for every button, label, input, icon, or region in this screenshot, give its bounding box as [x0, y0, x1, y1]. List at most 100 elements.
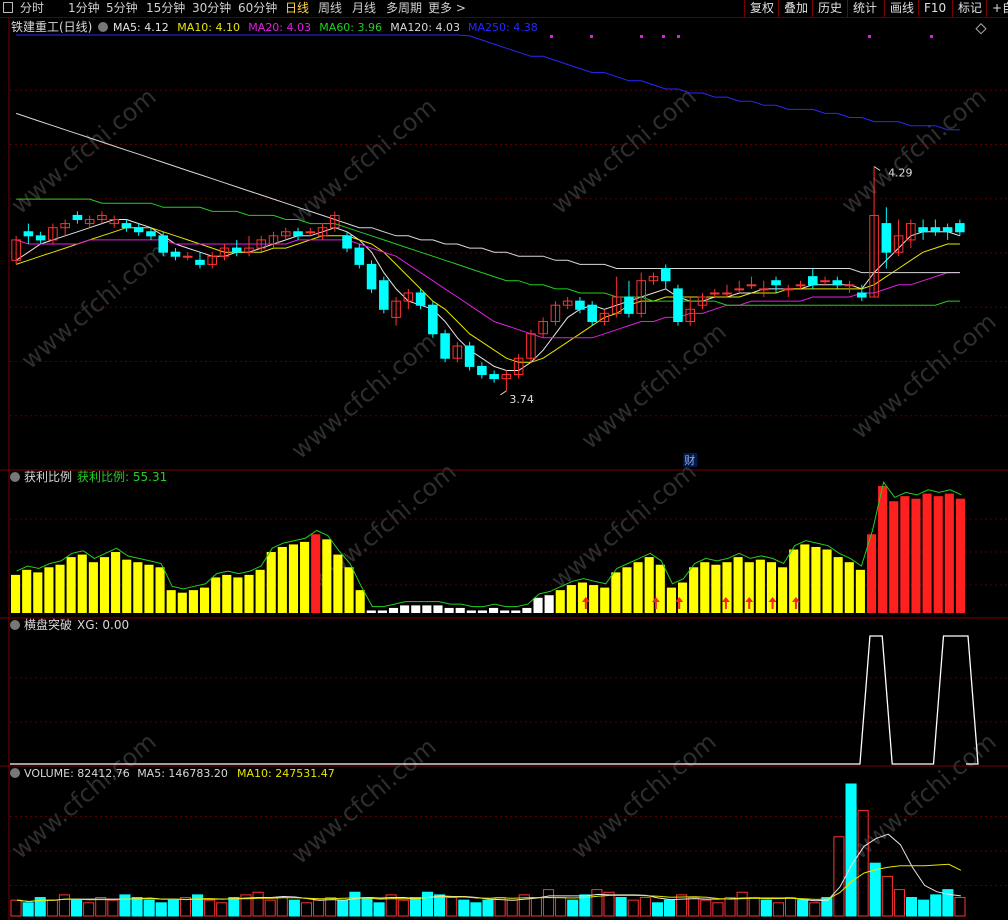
volume-label-1: MA5: 146783.20: [137, 767, 228, 780]
ma-label-1: MA10: 4.10: [177, 21, 240, 34]
top-marker-4: [677, 35, 680, 38]
volume-bar: [71, 899, 83, 917]
candle-body: [808, 276, 818, 286]
xg-settings-icon: [10, 620, 20, 630]
profit-bar: [544, 595, 554, 613]
volume-bar: [119, 894, 131, 917]
profit-bar: [700, 562, 710, 613]
profit-bar: [388, 607, 399, 613]
profit-bar: [366, 610, 376, 613]
volume-bar: [784, 897, 797, 917]
candle-body: [673, 288, 683, 323]
volume-bar: [470, 902, 482, 917]
candle-body: [133, 227, 144, 233]
profit-bar: [500, 610, 510, 613]
volume-bar: [349, 891, 361, 917]
volume-bar: [397, 899, 409, 917]
volume-bar: [712, 902, 724, 917]
profit-bar: [889, 501, 899, 613]
candle-body: [477, 365, 487, 376]
volume-bar: [639, 897, 651, 917]
volume-bar: [918, 899, 930, 917]
profit-bar: [233, 577, 243, 613]
volume-bar: [421, 891, 434, 917]
profit-bar: [711, 564, 721, 613]
volume-bar: [313, 899, 325, 917]
ma-line-ma5: [15, 219, 961, 371]
candle-body: [489, 374, 499, 380]
profit-bar: [778, 567, 788, 613]
volume-bar: [700, 899, 712, 917]
profit-bar: [944, 493, 954, 613]
volume-ma5-line: [17, 833, 961, 903]
profit-bar: [522, 607, 532, 613]
cai-marker: 财: [684, 453, 695, 467]
profit-bar: [489, 607, 499, 613]
candle-body: [930, 227, 941, 233]
profit-bar: [133, 562, 143, 613]
volume-bar: [845, 783, 857, 917]
profit-bar: [66, 557, 76, 613]
profit-bar: [33, 572, 43, 613]
candle-body: [23, 231, 34, 237]
profit-bar: [844, 562, 854, 613]
candle-body: [305, 231, 316, 234]
candle-body: [146, 231, 156, 237]
volume-bar: [760, 899, 772, 917]
volume-bar: [228, 897, 240, 917]
top-marker-3: [662, 35, 665, 38]
candle-body: [758, 288, 769, 291]
candle-body: [955, 223, 965, 233]
profit-bar: [22, 569, 32, 613]
profit-bar: [933, 496, 943, 613]
watermark-9: www.cfchi.com: [16, 237, 172, 374]
profit-bar: [244, 574, 254, 613]
volume-bar: [155, 902, 167, 917]
candle-body: [170, 251, 181, 257]
profit-bar: [55, 564, 65, 613]
candle-body: [440, 333, 450, 359]
profit-title: 获利比例: [24, 470, 72, 484]
volume-bar: [192, 894, 204, 917]
profit-bar: [566, 585, 576, 613]
volume-bar: [797, 899, 809, 917]
candle-body: [857, 292, 867, 298]
profit-bar: [622, 567, 632, 613]
profit-bar: [911, 498, 921, 613]
candle-body: [709, 292, 720, 295]
volume-bar: [434, 894, 446, 917]
volume-bar: [373, 902, 385, 917]
volume-bar: [530, 897, 542, 917]
candle-body: [342, 235, 352, 249]
top-marker-0: [550, 35, 553, 38]
profit-bar: [111, 552, 121, 613]
candle-body: [195, 259, 205, 265]
profit-bar: [511, 610, 521, 613]
profit-bar: [177, 592, 187, 613]
volume-label-0: VOLUME: 82412.76: [24, 767, 130, 780]
profit-bar: [666, 587, 676, 613]
ma-label-0: MA5: 4.12: [113, 21, 169, 34]
profit-bar: [655, 564, 665, 613]
candle-body: [72, 214, 83, 221]
profit-bar: [277, 546, 287, 613]
volume-bar: [506, 899, 518, 917]
candle-body: [783, 288, 794, 291]
candle-body: [660, 267, 671, 282]
profit-bar: [199, 587, 210, 613]
ma-line-ma250: [16, 34, 960, 131]
profit-bar: [222, 574, 232, 613]
volume-bar: [179, 897, 192, 917]
profit-bar: [722, 562, 732, 613]
profit-bar: [155, 567, 165, 613]
volume-bar: [688, 897, 700, 917]
profit-bar: [144, 564, 154, 613]
candle-body: [366, 263, 377, 290]
profit-bar: [533, 597, 543, 613]
watermark-6: www.cfchi.com: [846, 307, 1002, 444]
volume-bar: [337, 899, 349, 917]
candle-body: [771, 280, 781, 286]
profit-bar: [211, 577, 221, 613]
top-marker-6: [930, 35, 933, 38]
volume-bar: [95, 897, 107, 917]
